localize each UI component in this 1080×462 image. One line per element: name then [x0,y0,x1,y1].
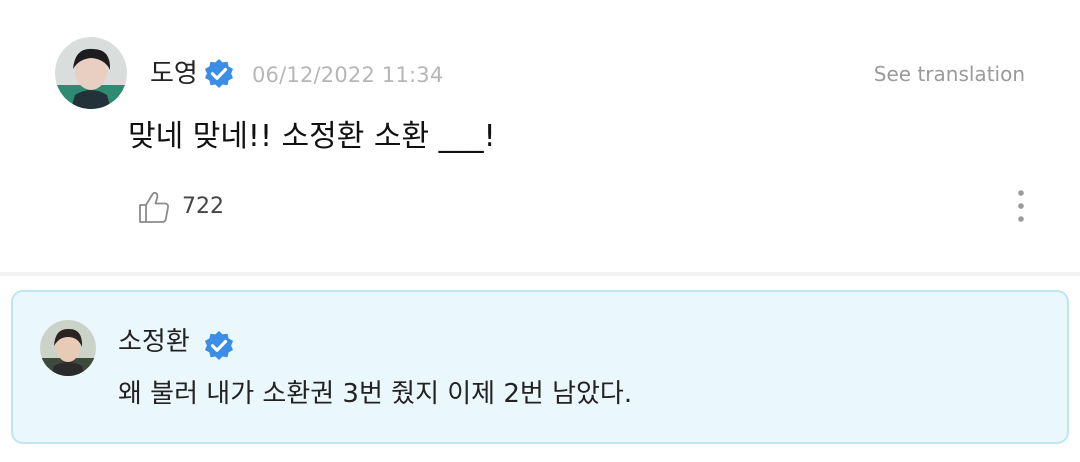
reply-text: 왜 불러 내가 소환권 3번 줬지 이제 2번 남았다. [118,379,633,409]
avatar[interactable] [55,37,127,109]
reply-author-name[interactable]: 소정환 [118,325,190,359]
author-name[interactable]: 도영 [150,57,198,91]
divider [0,272,1080,276]
see-translation-button[interactable]: See translation [874,60,1025,88]
verified-badge-icon [205,59,233,88]
like-button[interactable]: 722 [136,188,224,226]
thumbs-up-icon[interactable] [136,189,172,225]
like-count: 722 [182,194,224,219]
comment-item: 도영 06/12/2022 11:34 See translation 맞네 맞… [0,0,1080,272]
comment-text: 맞네 맞네!! 소정환 소환 ___! [128,119,496,154]
timestamp: 06/12/2022 11:34 [252,63,444,87]
verified-badge-icon [205,331,233,360]
avatar[interactable] [40,320,96,376]
reply-card: 소정환 왜 불러 내가 소환권 3번 줬지 이제 2번 남았다. [11,290,1069,444]
more-vertical-icon[interactable] [1008,188,1034,226]
